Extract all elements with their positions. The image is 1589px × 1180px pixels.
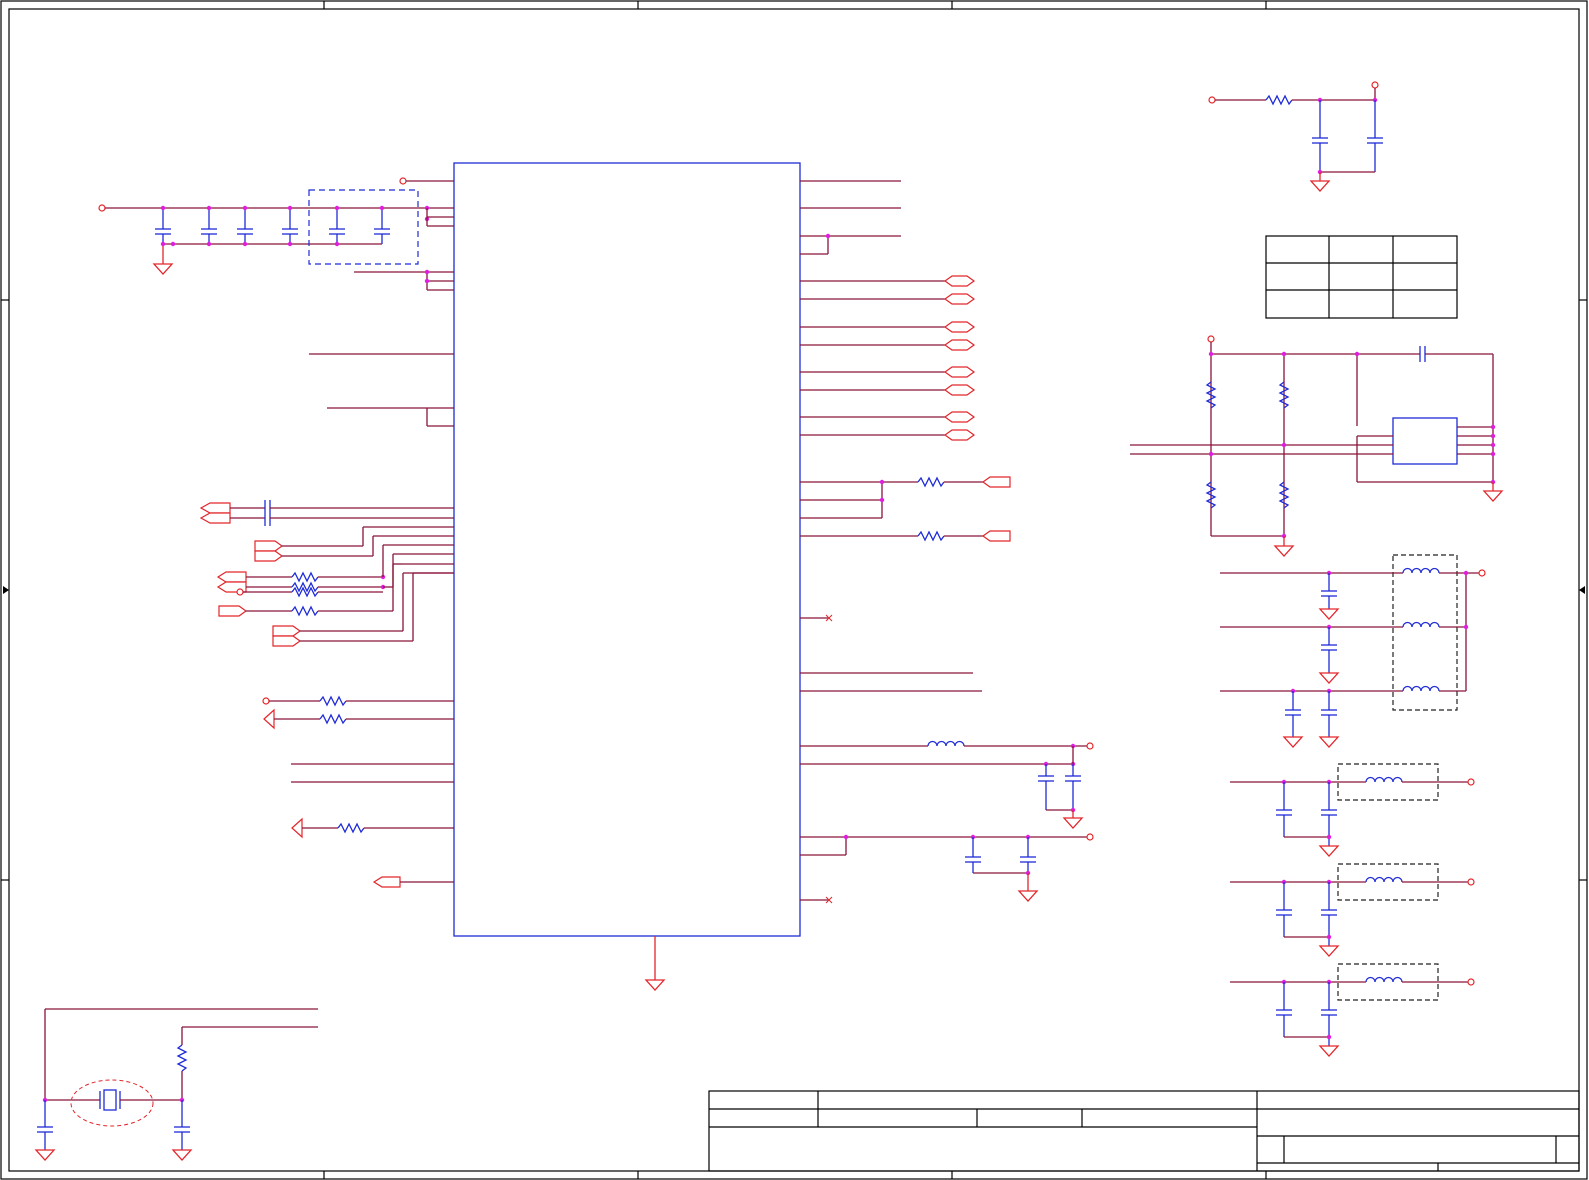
decoupling-capacitor-bank <box>98 177 454 275</box>
option-table <box>1265 235 1458 319</box>
schematic-canvas <box>0 0 1588 1180</box>
right-signal-nets <box>800 180 1094 904</box>
main-ic <box>453 162 801 937</box>
left-signal-nets <box>199 269 454 888</box>
power-filter-network <box>1220 554 1486 1057</box>
crystal-oscillator <box>34 1008 318 1161</box>
title-block <box>708 1090 1580 1172</box>
level-shifter-ic <box>1130 335 1504 557</box>
rc-filter <box>1208 81 1383 192</box>
main-ic-ground <box>644 936 666 991</box>
